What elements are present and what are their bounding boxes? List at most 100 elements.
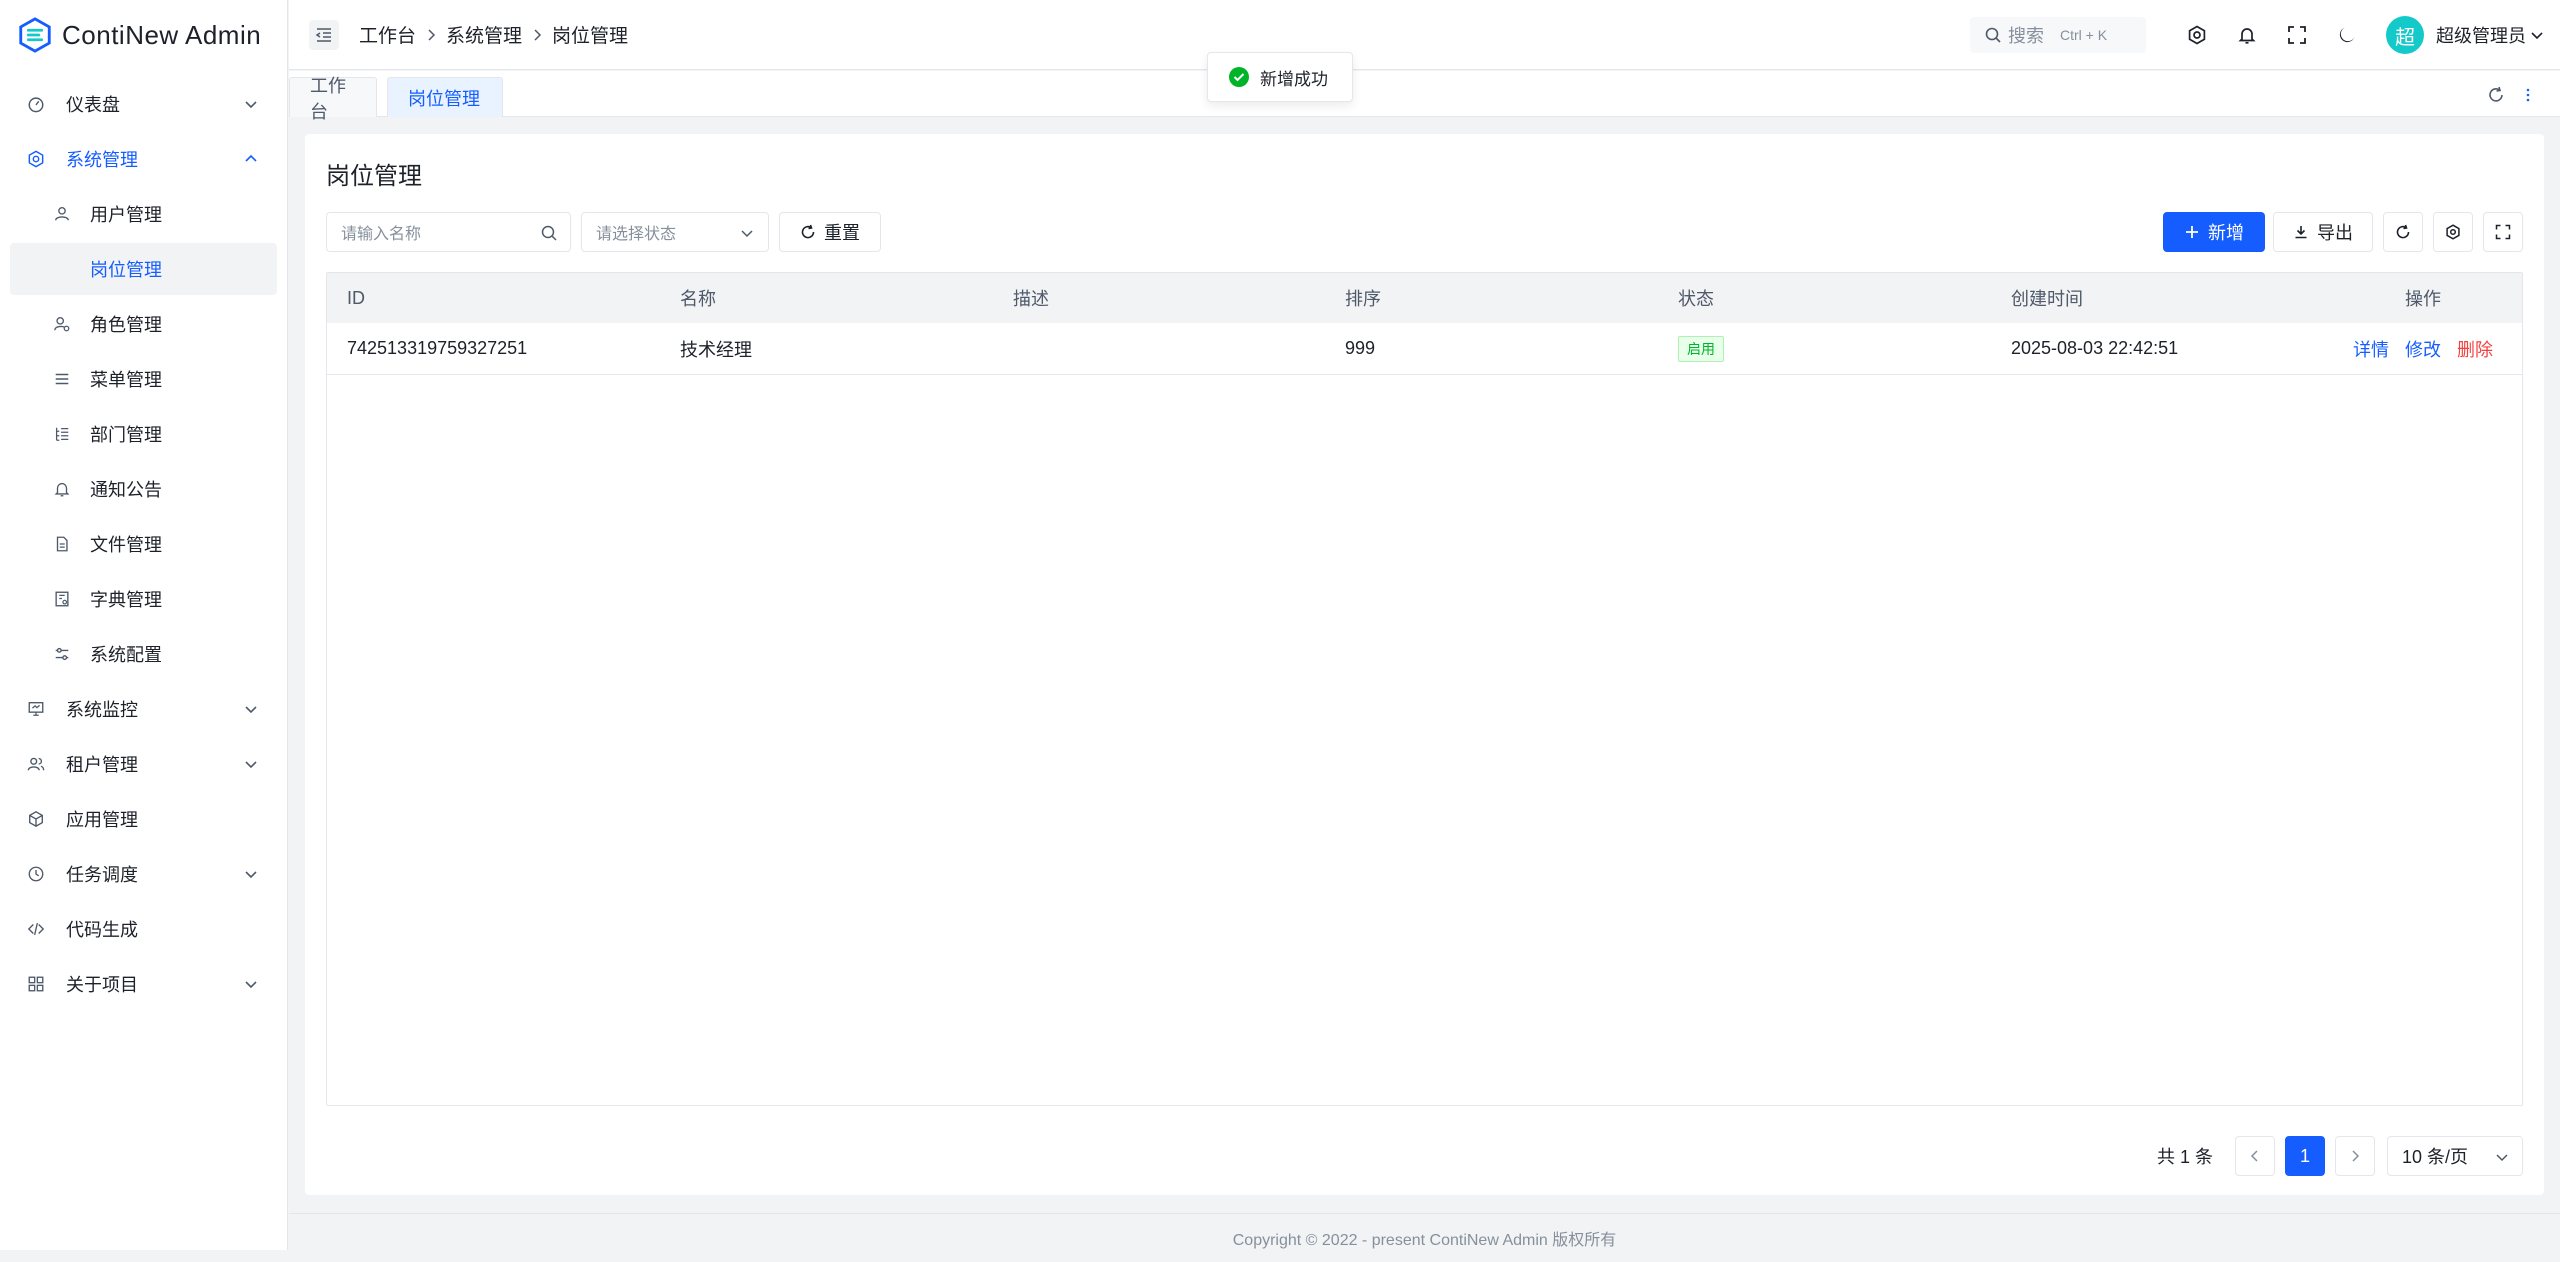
page-title: 岗位管理 <box>326 163 422 190</box>
detail-link[interactable]: 详情 <box>2353 336 2389 362</box>
export-button[interactable]: 导出 <box>2273 212 2373 252</box>
avatar[interactable]: 超 <box>2386 16 2424 54</box>
search-shortcut: Ctrl + K <box>2060 27 2108 43</box>
reload-tab-button[interactable] <box>2486 85 2506 105</box>
chevron-down-icon[interactable] <box>2530 28 2544 42</box>
cube-icon <box>26 809 46 829</box>
reset-button[interactable]: 重置 <box>779 212 881 252</box>
chevron-left-icon <box>2250 1150 2258 1162</box>
column-header-description: 描述 <box>1013 289 1049 309</box>
sidebar-item-label: 系统监控 <box>66 700 138 720</box>
breadcrumb-item[interactable]: 工作台 <box>359 21 416 48</box>
sidebar-item-files[interactable]: 文件管理 <box>10 518 277 570</box>
edit-link[interactable]: 修改 <box>2405 336 2441 362</box>
gear-icon <box>2446 224 2460 240</box>
chevron-down-icon <box>245 871 257 879</box>
dict-icon <box>52 589 72 609</box>
notifications-button[interactable] <box>2234 22 2260 48</box>
page-size-select[interactable]: 10 条/页 <box>2387 1136 2523 1176</box>
chevron-down-icon <box>245 706 257 714</box>
name-search-input[interactable]: 请输入名称 <box>326 212 571 252</box>
chevron-down-icon <box>2496 1154 2508 1162</box>
breadcrumb: 工作台 系统管理 岗位管理 <box>359 21 628 48</box>
chevron-down-icon <box>245 101 257 109</box>
pagination: 共 1 条 1 10 条/页 <box>2157 1136 2523 1176</box>
add-label: 新增 <box>2208 223 2244 243</box>
column-header-actions: 操作 <box>2405 289 2441 309</box>
gear-icon <box>26 149 46 169</box>
sidebar-item-schedule[interactable]: 任务调度 <box>10 848 277 900</box>
sidebar-item-label: 部门管理 <box>90 425 162 445</box>
bell-icon <box>52 479 72 499</box>
copyright-text: Copyright © 2022 - present ContiNew Admi… <box>1232 1232 1617 1249</box>
tab-posts[interactable]: 岗位管理 <box>387 77 503 117</box>
sidebar-item-label: 应用管理 <box>66 810 138 830</box>
tab-more-button[interactable] <box>2518 85 2538 105</box>
logo-icon <box>19 17 51 53</box>
sidebar-item-system[interactable]: 系统管理 <box>10 133 277 185</box>
sidebar-menu: 仪表盘 系统管理 用户管理 岗位管理 角色管理 菜单管理 部门管理 通知公告 文… <box>0 70 287 1010</box>
tab-bar: 工作台 岗位管理 <box>289 71 2560 122</box>
fullscreen-button[interactable] <box>2284 22 2310 48</box>
add-button[interactable]: 新增 <box>2163 212 2265 252</box>
cell-name: 技术经理 <box>680 339 752 360</box>
sidebar-item-config[interactable]: 系统配置 <box>10 628 277 680</box>
breadcrumb-item[interactable]: 系统管理 <box>446 21 522 48</box>
username[interactable]: 超级管理员 <box>2436 22 2526 48</box>
sidebar-item-codegen[interactable]: 代码生成 <box>10 903 277 955</box>
sidebar-item-monitor[interactable]: 系统监控 <box>10 683 277 735</box>
refresh-icon <box>801 224 815 239</box>
header-actions: 搜索 Ctrl + K 超 超级管理员 <box>1970 0 2544 70</box>
sidebar-item-dashboard[interactable]: 仪表盘 <box>10 78 277 130</box>
sidebar-scrollbar[interactable] <box>0 1250 288 1262</box>
status-select[interactable]: 请选择状态 <box>581 212 769 252</box>
tab-workbench[interactable]: 工作台 <box>289 76 377 122</box>
sidebar-item-label: 岗位管理 <box>90 260 162 280</box>
dashboard-icon <box>26 94 46 114</box>
file-icon <box>52 534 72 554</box>
search-icon <box>1985 27 2001 43</box>
column-header-name: 名称 <box>680 289 716 309</box>
app-logo[interactable]: ContiNew Admin <box>0 0 287 70</box>
sidebar-item-menus[interactable]: 菜单管理 <box>10 353 277 405</box>
next-page-button[interactable] <box>2335 1136 2375 1176</box>
column-settings-button[interactable] <box>2433 212 2473 252</box>
collapse-sidebar-button[interactable] <box>309 19 339 50</box>
search-icon[interactable] <box>540 224 558 242</box>
global-search-button[interactable]: 搜索 Ctrl + K <box>1970 17 2146 53</box>
chevron-right-icon <box>428 28 436 41</box>
refresh-icon <box>2396 224 2410 239</box>
sidebar-item-departments[interactable]: 部门管理 <box>10 408 277 460</box>
delete-link[interactable]: 删除 <box>2457 336 2493 362</box>
fullscreen-icon <box>2495 224 2511 240</box>
sidebar-item-posts[interactable]: 岗位管理 <box>10 243 277 295</box>
cell-actions: 详情 修改 删除 <box>2324 336 2522 362</box>
cell-status: 启用 <box>1658 335 1991 362</box>
user-icon <box>52 204 72 224</box>
sidebar-item-notices[interactable]: 通知公告 <box>10 463 277 515</box>
table-row[interactable]: 742513319759327251 技术经理 999 启用 2025-08-0… <box>327 323 2522 375</box>
sidebar-item-label: 关于项目 <box>66 975 138 995</box>
sidebar: ContiNew Admin 仪表盘 系统管理 用户管理 岗位管理 角色管理 菜… <box>0 0 288 1262</box>
sidebar-item-dicts[interactable]: 字典管理 <box>10 573 277 625</box>
blank-icon <box>52 259 72 279</box>
success-toast: 新增成功 <box>1207 52 1353 102</box>
refresh-table-button[interactable] <box>2383 212 2423 252</box>
page-number-button[interactable]: 1 <box>2285 1136 2325 1176</box>
chevron-right-icon <box>534 28 542 41</box>
cell-sort: 999 <box>1345 338 1376 358</box>
theme-toggle-button[interactable] <box>2334 22 2360 48</box>
sidebar-item-roles[interactable]: 角色管理 <box>10 298 277 350</box>
prev-page-button[interactable] <box>2235 1136 2275 1176</box>
sidebar-item-users[interactable]: 用户管理 <box>10 188 277 240</box>
sidebar-item-about[interactable]: 关于项目 <box>10 958 277 1010</box>
table-fullscreen-button[interactable] <box>2483 212 2523 252</box>
sidebar-item-tenants[interactable]: 租户管理 <box>10 738 277 790</box>
sidebar-item-label: 通知公告 <box>90 480 162 500</box>
sidebar-item-apps[interactable]: 应用管理 <box>10 793 277 845</box>
settings-button[interactable] <box>2184 22 2210 48</box>
toast-message: 新增成功 <box>1260 69 1328 89</box>
reset-label: 重置 <box>824 223 860 243</box>
column-header-sort: 排序 <box>1345 289 1381 309</box>
download-icon <box>2295 226 2307 239</box>
